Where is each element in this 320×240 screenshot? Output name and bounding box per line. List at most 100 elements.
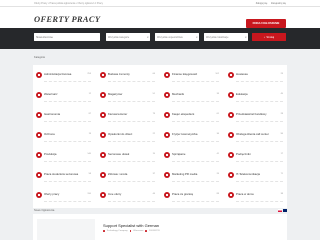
category-item[interactable]: Gastronomia 87 xyxy=(33,105,95,124)
category-item[interactable]: Administracja biurowa 253 xyxy=(33,65,95,84)
category-item[interactable]: Kasjer ekspedient 61 xyxy=(161,105,223,124)
english-flag-icon[interactable] xyxy=(283,209,287,212)
divider xyxy=(172,181,219,182)
search-button-label: Szukaj xyxy=(266,35,275,39)
category-count: 51 xyxy=(152,93,155,95)
category-icon xyxy=(164,92,170,98)
offer-date: 2024/02/11 xyxy=(148,230,160,232)
offer-location: Warszawa xyxy=(133,230,144,232)
category-count: 33 xyxy=(216,93,219,95)
category-item[interactable]: Sezonowe ulotek 15 xyxy=(97,145,159,164)
category-label: Sezonowe ulotek xyxy=(108,151,130,156)
category-select[interactable]: Wszystkie kategorie ▾ xyxy=(106,33,150,41)
category-count: 23 xyxy=(280,73,283,75)
site-logo[interactable]: Oferty Pracy xyxy=(34,13,100,24)
category-label: Fryzjer kosmetyczka xyxy=(172,131,198,136)
language-flags xyxy=(278,209,287,212)
account-links: Zaloguj się Zarejestruj się xyxy=(253,2,286,5)
divider xyxy=(44,121,91,122)
job-offer-card[interactable]: Support Specialist with German Technolog… xyxy=(33,214,287,240)
category-item[interactable]: Finanse księgowość 102 xyxy=(161,65,223,84)
category-item[interactable]: Praca za granicą 89 xyxy=(161,185,223,204)
category-count: 102 xyxy=(215,73,219,75)
category-label: Opiekunki do dzieci xyxy=(108,131,133,136)
category-label: Sprzątanie xyxy=(172,151,186,156)
category-item[interactable]: Podręczniki 17 xyxy=(225,145,287,164)
category-item[interactable]: Marketing PR media 26 xyxy=(161,165,223,184)
category-item[interactable]: Oferty pracy 310 xyxy=(33,185,95,204)
category-item[interactable]: Hostessa 23 xyxy=(225,65,287,84)
add-listing-button[interactable]: DODAJ OGŁOSZENIE xyxy=(246,19,286,28)
category-label: Praca w domu xyxy=(236,191,254,196)
category-item[interactable]: Fryzjer kosmetyczka 34 xyxy=(161,125,223,144)
category-item[interactable]: Inne oferty 44 xyxy=(97,185,159,204)
login-link[interactable]: Zaloguj się xyxy=(256,2,268,5)
category-count: 87 xyxy=(88,113,91,115)
keyword-input[interactable] xyxy=(36,33,100,41)
divider xyxy=(236,121,283,122)
location-icon xyxy=(129,230,132,232)
category-label: Praca studentów sezonowa xyxy=(44,171,79,176)
category-icon xyxy=(36,72,42,78)
site-header: Oferty Pracy DODAJ OGŁOSZENIE xyxy=(0,7,320,28)
search-icon: ⌕ xyxy=(263,35,266,39)
category-item[interactable]: IT-Telekomunikacja 71 xyxy=(225,165,287,184)
category-item[interactable]: Ochrona 19 xyxy=(33,125,95,144)
category-label: Edukacja xyxy=(236,91,248,96)
category-item[interactable]: Opiekunki do dzieci 22 xyxy=(97,125,159,144)
category-item[interactable]: Budowa /remonty 64 xyxy=(97,65,159,84)
category-count: 96 xyxy=(280,133,283,135)
category-item[interactable]: Praca w domu 38 xyxy=(225,185,287,204)
category-icon xyxy=(164,172,170,178)
category-label: Produkcja xyxy=(44,151,57,156)
category-item[interactable]: Edukacja 45 xyxy=(225,85,287,104)
category-icon xyxy=(100,92,106,98)
category-item[interactable]: Przedstawiciel handlowy 28 xyxy=(225,105,287,124)
category-item[interactable]: Produkcja 140 xyxy=(33,145,95,164)
category-label: Budowa /remonty xyxy=(108,71,130,76)
category-item[interactable]: Weterinarz 12 xyxy=(33,85,95,104)
category-item[interactable]: Kierowca kurier 79 xyxy=(97,105,159,124)
category-icon xyxy=(228,172,234,178)
category-count: 19 xyxy=(88,133,91,135)
polish-flag-icon[interactable] xyxy=(278,209,282,212)
category-label: Przedstawiciel handlowy xyxy=(236,111,267,116)
category-icon xyxy=(228,92,234,98)
region-select[interactable]: Wszystkie województwa ▾ xyxy=(155,33,199,41)
divider xyxy=(236,201,283,202)
category-item[interactable]: Zdrowie i uroda 37 xyxy=(97,165,159,184)
breadcrumb: Oferty Pracy • Praca polska ogłoszenia •… xyxy=(34,2,103,5)
category-count: 89 xyxy=(216,193,219,195)
location-select-value: Wszystkie lokalizacje xyxy=(206,35,229,39)
register-link[interactable]: Zarejestruj się xyxy=(271,2,286,5)
category-icon xyxy=(228,72,234,78)
divider xyxy=(172,161,219,162)
top-bar: Oferty Pracy • Praca polska ogłoszenia •… xyxy=(0,0,320,7)
category-icon xyxy=(100,152,106,158)
category-icon xyxy=(36,192,42,198)
category-icon xyxy=(100,112,106,118)
category-item[interactable]: Sprzątanie 41 xyxy=(161,145,223,164)
divider xyxy=(44,81,91,82)
category-count: 140 xyxy=(87,153,91,155)
category-count: 64 xyxy=(152,73,155,75)
offers-heading: Nowe Ogłoszenia xyxy=(34,209,55,212)
location-select[interactable]: Wszystkie lokalizacje ▾ xyxy=(204,33,248,41)
category-item[interactable]: Mechanik 33 xyxy=(161,85,223,104)
category-item[interactable]: Magazynier 51 xyxy=(97,85,159,104)
category-item[interactable]: Obsługa klienta call center 96 xyxy=(225,125,287,144)
divider xyxy=(236,181,283,182)
logo-text: Oferty Pracy xyxy=(34,13,101,24)
keyword-field[interactable] xyxy=(34,33,100,41)
category-icon xyxy=(164,112,170,118)
search-button[interactable]: ⌕ Szukaj xyxy=(252,33,286,41)
category-item[interactable]: Praca studentów sezonowa 58 xyxy=(33,165,95,184)
category-label: Ochrona xyxy=(44,131,55,136)
divider xyxy=(44,201,91,202)
region-select-value: Wszystkie województwa xyxy=(157,35,183,39)
offer-title[interactable]: Support Specialist with German xyxy=(103,223,159,228)
category-icon xyxy=(36,172,42,178)
category-count: 34 xyxy=(216,133,219,135)
category-icon xyxy=(36,92,42,98)
category-count: 15 xyxy=(152,153,155,155)
